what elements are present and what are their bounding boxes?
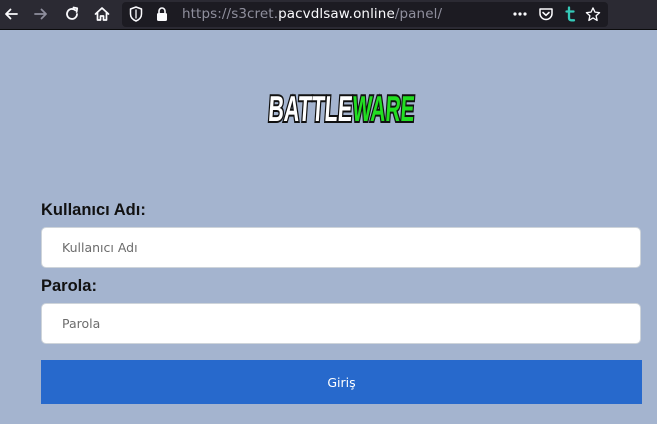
logo-text-ware: WARE bbox=[351, 88, 416, 129]
forward-button[interactable] bbox=[30, 3, 52, 25]
logo-text-battle: BATTLE bbox=[267, 88, 354, 129]
battleware-logo: BATTLE WARE bbox=[266, 87, 418, 129]
url-path: /panel/ bbox=[394, 6, 443, 22]
username-label: Kullanıcı Adı: bbox=[41, 201, 146, 219]
home-button[interactable] bbox=[91, 3, 113, 25]
star-icon bbox=[585, 6, 601, 21]
bookmark-star-button[interactable] bbox=[585, 6, 601, 22]
url-host: pacvdlsaw.online bbox=[278, 6, 395, 22]
back-arrow-icon bbox=[5, 8, 18, 20]
tumblr-icon bbox=[565, 6, 576, 22]
back-button[interactable] bbox=[0, 3, 22, 25]
address-bar[interactable]: https://s3cret.pacvdlsaw.online/panel/ bbox=[122, 2, 608, 27]
shield-icon bbox=[129, 6, 143, 22]
browser-toolbar: https://s3cret.pacvdlsaw.online/panel/ bbox=[0, 0, 657, 30]
url-text[interactable]: https://s3cret.pacvdlsaw.online/panel/ bbox=[182, 2, 442, 27]
url-prefix: https://s3cret. bbox=[182, 6, 279, 22]
battleware-logo-graphic: BATTLE WARE bbox=[266, 87, 418, 129]
tumblr-extension-button[interactable] bbox=[562, 6, 578, 22]
more-icon bbox=[513, 12, 527, 16]
home-icon bbox=[94, 7, 110, 21]
login-submit-button[interactable]: Giriş bbox=[41, 360, 642, 404]
password-label: Parola: bbox=[41, 277, 97, 295]
forward-arrow-icon bbox=[34, 8, 47, 20]
site-security-button[interactable] bbox=[154, 6, 170, 22]
lock-icon bbox=[157, 7, 167, 21]
pocket-icon bbox=[539, 8, 553, 21]
pocket-button[interactable] bbox=[538, 6, 554, 22]
username-input[interactable] bbox=[41, 227, 641, 268]
page-actions-button[interactable] bbox=[512, 6, 528, 22]
reload-icon bbox=[66, 6, 79, 20]
tracking-protection-button[interactable] bbox=[128, 6, 144, 22]
reload-button[interactable] bbox=[61, 3, 83, 25]
password-input[interactable] bbox=[41, 303, 641, 344]
